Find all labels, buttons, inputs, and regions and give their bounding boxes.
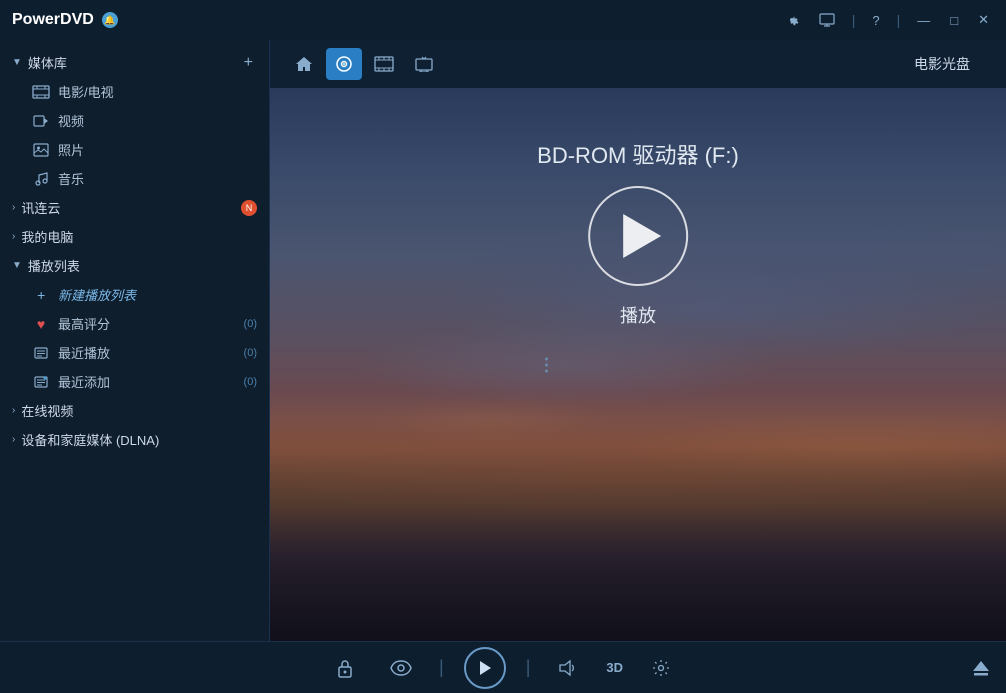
maximize-button[interactable]: □ bbox=[945, 11, 963, 30]
sidebar: ▼ 媒体库 + 电影/电视 bbox=[0, 40, 270, 641]
recent-play-icon bbox=[32, 346, 50, 360]
add-media-button[interactable]: + bbox=[240, 54, 257, 72]
my-pc-arrow: › bbox=[12, 231, 15, 242]
my-pc-label: 我的电脑 bbox=[21, 227, 257, 246]
movies-tv-icon bbox=[32, 85, 50, 99]
bottom-settings-button[interactable] bbox=[643, 650, 679, 686]
minimize-button[interactable]: — bbox=[912, 11, 935, 30]
notification-badge[interactable]: 🔔 bbox=[102, 12, 118, 28]
app-title: PowerDVD bbox=[12, 11, 94, 29]
new-playlist-icon: + bbox=[32, 288, 50, 302]
tab-movie[interactable] bbox=[366, 48, 402, 80]
title-bar: PowerDVD 🔔 | ? | — □ ✕ bbox=[0, 0, 1006, 40]
recently-added-count: (0) bbox=[244, 376, 257, 388]
playlist-arrow: ▼ bbox=[12, 260, 22, 271]
photos-icon bbox=[32, 143, 50, 157]
heart-icon: ♥ bbox=[32, 317, 50, 331]
tab-home[interactable] bbox=[286, 48, 322, 80]
sidebar-section-xunlei[interactable]: › 讯连云 N bbox=[0, 193, 269, 222]
sidebar-section-dlna[interactable]: › 设备和家庭媒体 (DLNA) bbox=[0, 425, 269, 454]
videos-icon bbox=[32, 114, 50, 128]
online-videos-arrow: › bbox=[12, 405, 15, 416]
toolbar: 电影光盘 bbox=[270, 40, 1006, 88]
movies-tv-label: 电影/电视 bbox=[58, 82, 114, 101]
play-button[interactable] bbox=[588, 186, 688, 286]
play-triangle-icon bbox=[623, 214, 661, 258]
photos-label: 照片 bbox=[58, 140, 84, 159]
sidebar-item-movies-tv[interactable]: 电影/电视 bbox=[0, 77, 269, 106]
sidebar-item-photos[interactable]: 照片 bbox=[0, 135, 269, 164]
dlna-label: 设备和家庭媒体 (DLNA) bbox=[21, 430, 257, 449]
bottom-sep-1: | bbox=[439, 657, 444, 678]
eject-button[interactable] bbox=[972, 659, 990, 677]
sidebar-item-videos[interactable]: 视频 bbox=[0, 106, 269, 135]
xunlei-label: 讯连云 bbox=[21, 198, 241, 217]
close-button[interactable]: ✕ bbox=[973, 10, 994, 30]
tab-tv[interactable] bbox=[406, 48, 442, 80]
recently-added-label: 最近添加 bbox=[58, 372, 110, 391]
bottom-bar: | | 3D bbox=[0, 641, 1006, 693]
sidebar-section-media-library[interactable]: ▼ 媒体库 + bbox=[0, 48, 269, 77]
help-button[interactable]: ? bbox=[867, 11, 884, 30]
dlna-arrow: › bbox=[12, 434, 15, 445]
title-bar-left: PowerDVD 🔔 bbox=[12, 11, 118, 29]
drive-title: BD-ROM 驱动器 (F:) bbox=[537, 138, 739, 170]
play-label: 播放 bbox=[620, 302, 656, 328]
content-area: 电影光盘 BD-ROM 驱动器 (F:) 播放 bbox=[270, 40, 1006, 641]
sidebar-item-music[interactable]: 音乐 bbox=[0, 164, 269, 193]
main-layout: ▼ 媒体库 + 电影/电视 bbox=[0, 40, 1006, 641]
recent-play-count: (0) bbox=[244, 347, 257, 359]
sidebar-section-online-videos[interactable]: › 在线视频 bbox=[0, 396, 269, 425]
sidebar-item-recent-play[interactable]: 最近播放 (0) bbox=[0, 338, 269, 367]
background-area: BD-ROM 驱动器 (F:) 播放 bbox=[270, 88, 1006, 641]
volume-button[interactable] bbox=[550, 650, 586, 686]
online-videos-label: 在线视频 bbox=[21, 401, 257, 420]
xunlei-arrow: › bbox=[12, 202, 15, 213]
monitor-button[interactable] bbox=[814, 11, 840, 29]
recent-play-label: 最近播放 bbox=[58, 343, 110, 362]
toolbar-section-title: 电影光盘 bbox=[914, 54, 990, 74]
3d-button[interactable]: 3D bbox=[606, 660, 623, 675]
separator-2: | bbox=[897, 12, 901, 28]
media-library-arrow: ▼ bbox=[12, 57, 22, 68]
media-library-label: 媒体库 bbox=[28, 53, 240, 72]
top-rated-label: 最高评分 bbox=[58, 314, 110, 333]
separator-1: | bbox=[852, 12, 856, 28]
videos-label: 视频 bbox=[58, 111, 84, 130]
sidebar-section-my-pc[interactable]: › 我的电脑 bbox=[0, 222, 269, 251]
bg-horizon bbox=[270, 420, 1006, 641]
playlist-label: 播放列表 bbox=[28, 256, 257, 275]
music-label: 音乐 bbox=[58, 169, 84, 188]
title-bar-controls: | ? | — □ ✕ bbox=[780, 10, 994, 30]
music-icon bbox=[32, 172, 50, 186]
tab-disc[interactable] bbox=[326, 48, 362, 80]
play-overlay: BD-ROM 驱动器 (F:) 播放 bbox=[537, 138, 739, 328]
lock-button[interactable] bbox=[327, 650, 363, 686]
sidebar-collapse-handle[interactable] bbox=[540, 357, 552, 372]
recently-added-icon bbox=[32, 375, 50, 389]
new-playlist-label: 新建播放列表 bbox=[58, 285, 136, 304]
bottom-sep-2: | bbox=[526, 657, 531, 678]
top-rated-count: (0) bbox=[244, 318, 257, 330]
sidebar-item-new-playlist[interactable]: + 新建播放列表 bbox=[0, 280, 269, 309]
eye-button[interactable] bbox=[383, 650, 419, 686]
sidebar-section-playlist[interactable]: ▼ 播放列表 bbox=[0, 251, 269, 280]
bottom-play-button[interactable] bbox=[464, 647, 506, 689]
xunlei-badge: N bbox=[241, 200, 257, 216]
sidebar-item-recently-added[interactable]: 最近添加 (0) bbox=[0, 367, 269, 396]
settings-button[interactable] bbox=[780, 11, 804, 29]
sidebar-item-top-rated[interactable]: ♥ 最高评分 (0) bbox=[0, 309, 269, 338]
